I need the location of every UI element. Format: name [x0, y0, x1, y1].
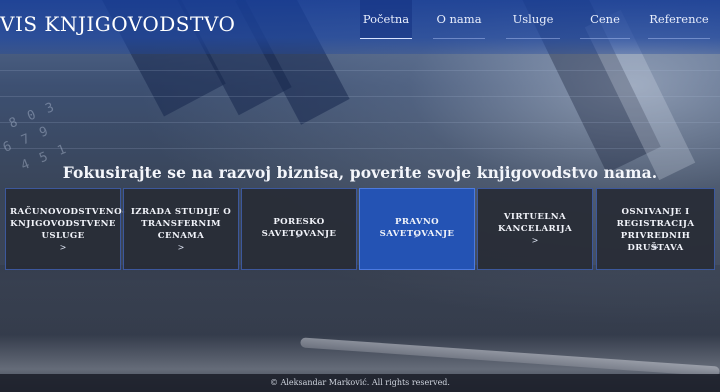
site-logo[interactable]: VIS KNJIGOVODSTVO [0, 12, 235, 36]
site-header: VIS KNJIGOVODSTVO Početna O nama Usluge … [0, 0, 720, 54]
nav-item-usluge[interactable]: Usluge [506, 0, 560, 39]
service-card-osnivanje-drustava[interactable]: OSNIVANJE I REGISTRACIJA PRIVREDNIH DRUŠTA… [596, 188, 715, 270]
service-card-label: RAČUNOVODSTVENO- KNJIGOVODSTVENE USLUGE [10, 207, 127, 241]
chevron-right-icon: > [652, 243, 659, 252]
service-card-virtuelna-kancelarija[interactable]: VIRTUELNA KANCELARIJA > [477, 188, 593, 270]
service-card-label: VIRTUELNA KANCELARIJA [497, 212, 573, 234]
service-card-poresko-savetovanje[interactable]: PORESKO SAVETOVANJE > [241, 188, 357, 270]
chevron-right-icon: > [295, 231, 303, 240]
nav-item-reference[interactable]: Reference [648, 0, 710, 39]
service-card-transferne-cene[interactable]: IZRADA STUDIJE O TRANSFERNIM CENAMA > [123, 188, 239, 270]
hero-tagline: Fokusirajte se na razvoj biznisa, poveri… [62, 163, 658, 182]
copyright-text: © Aleksandar Marković. All rights reserv… [270, 378, 450, 387]
service-card-pravno-savetovanje[interactable]: PRAVNO SAVETOVANJE > [359, 188, 475, 270]
nav-item-o-nama[interactable]: O nama [433, 0, 485, 39]
chevron-right-icon: > [59, 243, 67, 252]
nav-item-cene[interactable]: Cene [580, 0, 630, 39]
service-card-racunovodstvene-usluge[interactable]: RAČUNOVODSTVENO- KNJIGOVODSTVENE USLUGE > [5, 188, 127, 270]
chevron-right-icon: > [531, 236, 539, 245]
chevron-right-icon: > [177, 243, 185, 252]
site-footer: © Aleksandar Marković. All rights reserv… [0, 374, 720, 392]
services-row: RAČUNOVODSTVENO- KNJIGOVODSTVENE USLUGE > … [5, 188, 715, 270]
chevron-right-icon: > [413, 231, 421, 240]
service-card-label: IZRADA STUDIJE O TRANSFERNIM CENAMA [130, 207, 232, 241]
nav-item-pocetna[interactable]: Početna [360, 0, 412, 39]
